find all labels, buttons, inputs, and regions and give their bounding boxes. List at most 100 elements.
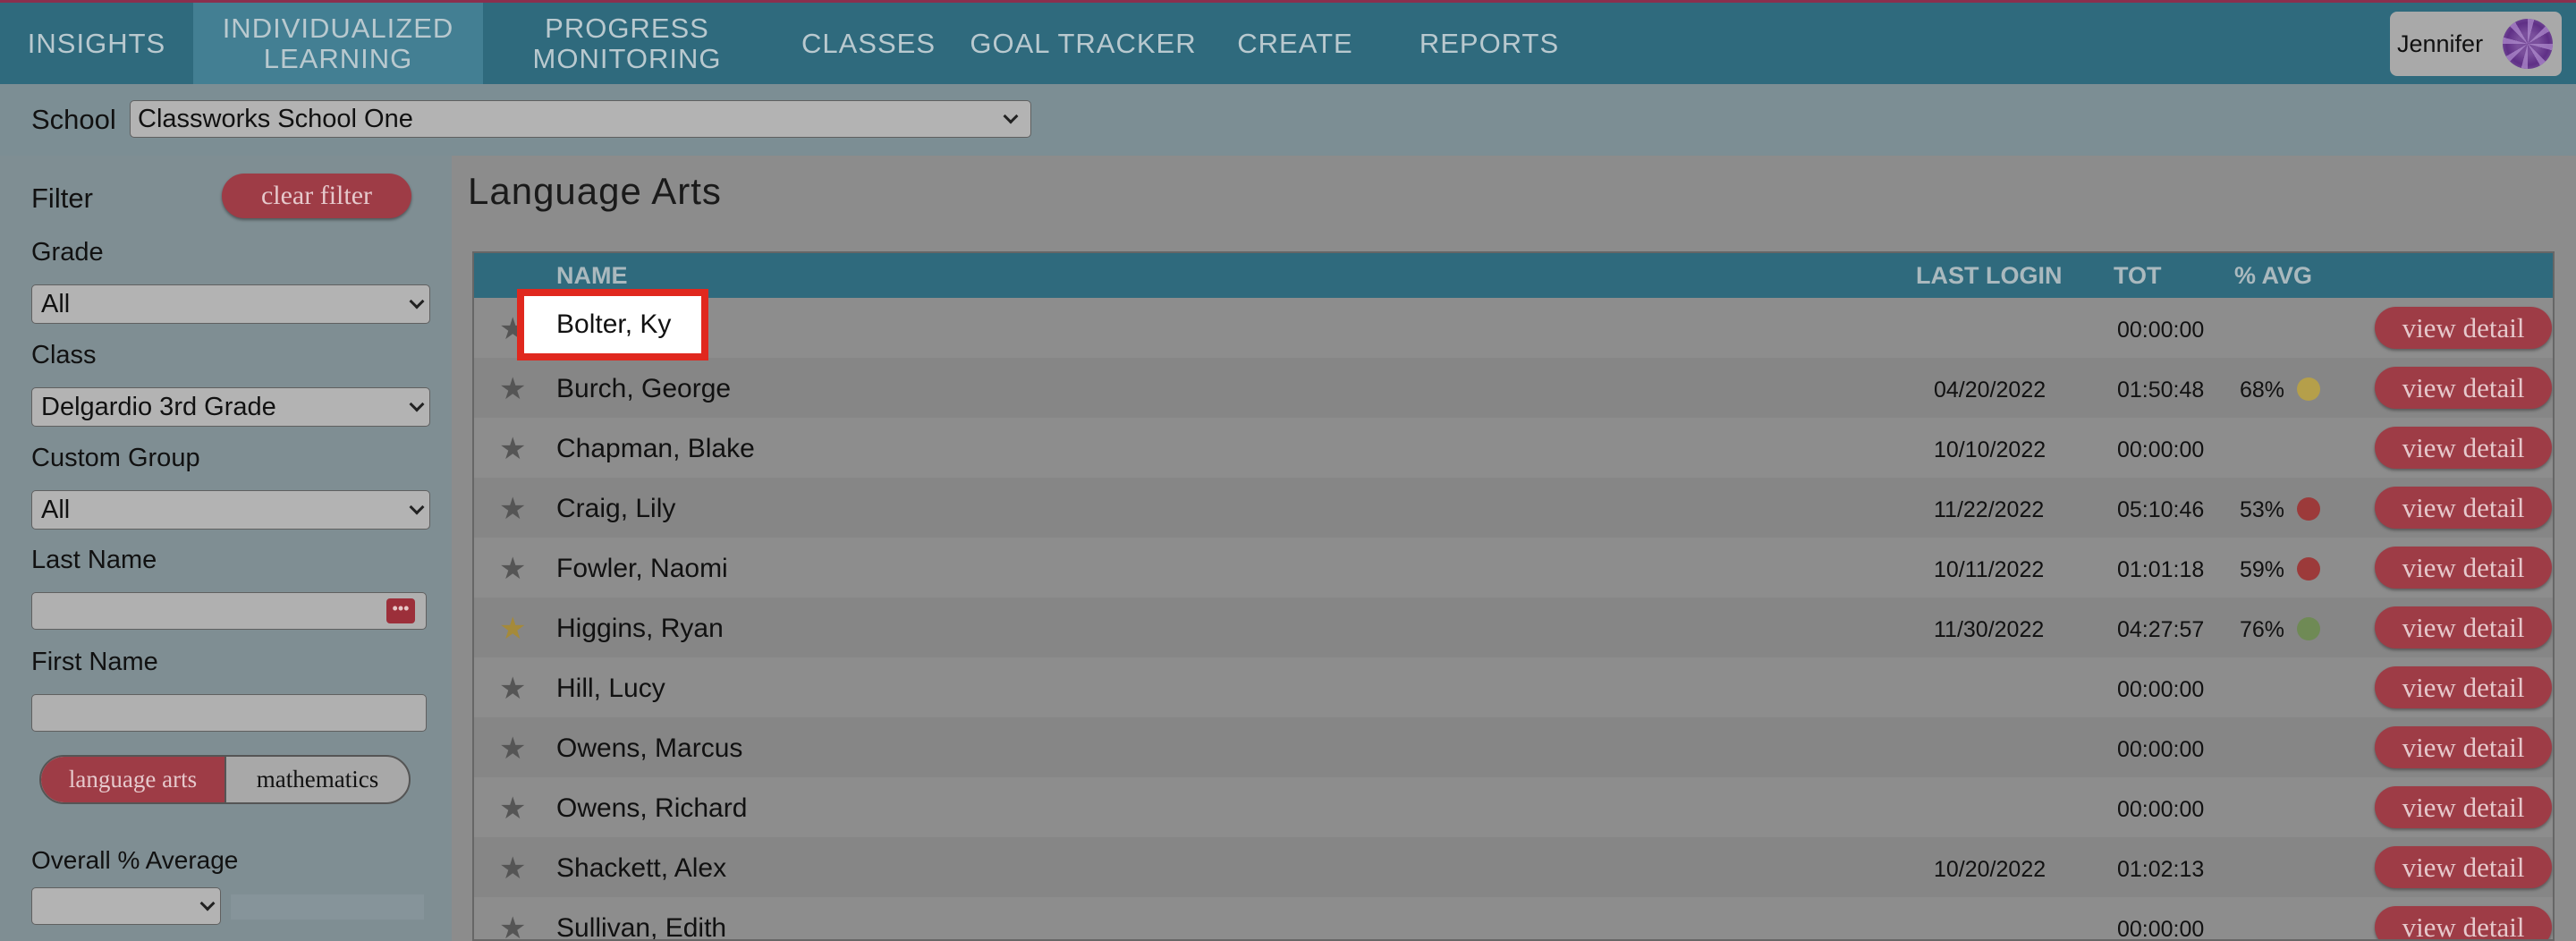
overall-average-select[interactable] <box>31 887 221 925</box>
school-label: School <box>31 104 116 135</box>
nav-insights-label: INSIGHTS <box>27 27 166 59</box>
view-detail-button[interactable]: view detail <box>2375 726 2552 768</box>
view-detail-button[interactable]: view detail <box>2375 367 2552 409</box>
average-percent: 53% <box>2240 497 2285 522</box>
chevron-down-icon <box>409 499 425 515</box>
last-login: 04/20/2022 <box>1934 377 2046 403</box>
total-time: 05:10:46 <box>2117 497 2205 522</box>
table-row: ★ Fowler, Naomi 10/11/2022 01:01:18 59% view … <box>474 538 2553 598</box>
view-detail-button[interactable]: view detail <box>2375 307 2552 349</box>
nav-progress-monitoring[interactable]: PROGRESS MONITORING <box>483 3 771 84</box>
nav-reports[interactable]: REPORTS <box>1406 3 1572 84</box>
nav-progress-monitoring-label: PROGRESS MONITORING <box>532 12 722 74</box>
nav-insights[interactable]: INSIGHTS <box>0 3 193 84</box>
student-name[interactable]: Sullivan, Edith <box>556 913 726 939</box>
total-time: 01:50:48 <box>2117 377 2205 403</box>
grade-select-value: All <box>41 289 71 318</box>
nav-create-label: CREATE <box>1237 27 1353 59</box>
total-time: 00:00:00 <box>2117 797 2205 822</box>
table-row: ★ Owens, Marcus 00:00:00 view detail <box>474 717 2553 777</box>
last-login: 11/30/2022 <box>1934 617 2045 642</box>
star-icon[interactable]: ★ <box>499 733 526 764</box>
total-time: 00:00:00 <box>2117 318 2205 343</box>
first-name-label: First Name <box>31 648 158 676</box>
filter-title: Filter <box>31 182 93 214</box>
star-icon[interactable]: ★ <box>499 913 526 939</box>
ellipsis-icon[interactable]: ••• <box>386 598 415 623</box>
custom-group-select-value: All <box>41 495 71 524</box>
custom-group-select[interactable]: All <box>31 490 430 530</box>
status-dot <box>2297 377 2320 401</box>
last-login: 10/20/2022 <box>1934 857 2046 882</box>
star-icon[interactable]: ★ <box>499 494 526 524</box>
column-name[interactable]: NAME <box>556 262 628 290</box>
table-row: ★Bolter, Ky00:00:00view detail <box>474 298 2553 358</box>
user-menu-button[interactable]: Jennifer <box>2390 12 2562 76</box>
filter-sidebar: Filter clear filter Grade All Class Delg… <box>0 156 452 941</box>
star-icon[interactable]: ★ <box>499 374 526 404</box>
grade-select[interactable]: All <box>31 284 430 324</box>
student-name[interactable]: Craig, Lily <box>556 494 675 524</box>
nav-individualized-learning[interactable]: INDIVIDUALIZED LEARNING <box>193 3 483 84</box>
nav-classes-label: CLASSES <box>801 27 936 59</box>
view-detail-button[interactable]: view detail <box>2375 487 2552 529</box>
view-detail-button[interactable]: view detail <box>2375 846 2552 888</box>
view-detail-button[interactable]: view detail <box>2375 786 2552 828</box>
chevron-down-icon <box>199 895 216 911</box>
star-icon[interactable]: ★ <box>499 614 526 644</box>
overall-average-range[interactable] <box>231 894 424 920</box>
total-time: 00:00:00 <box>2117 737 2205 762</box>
subject-toggle: language arts mathematics <box>39 755 411 804</box>
view-detail-button[interactable]: view detail <box>2375 427 2552 469</box>
student-name[interactable]: Fowler, Naomi <box>556 554 728 584</box>
highlighted-student-name[interactable]: Bolter, Ky <box>517 289 708 360</box>
clear-filter-button[interactable]: clear filter <box>222 174 411 218</box>
student-name[interactable]: Chapman, Blake <box>556 434 755 464</box>
class-select[interactable]: Delgardio 3rd Grade <box>31 387 430 427</box>
nav-create[interactable]: CREATE <box>1225 3 1365 84</box>
chevron-down-icon <box>409 396 425 412</box>
student-name[interactable]: Burch, George <box>556 374 731 404</box>
nav-reports-label: REPORTS <box>1419 27 1560 59</box>
total-time: 00:00:00 <box>2117 677 2205 702</box>
view-detail-button[interactable]: view detail <box>2375 547 2552 589</box>
student-name[interactable]: Higgins, Ryan <box>556 614 724 644</box>
column-last-login[interactable]: LAST LOGIN <box>1916 262 2063 290</box>
subject-mathematics-button[interactable]: mathematics <box>226 757 409 802</box>
last-login: 10/11/2022 <box>1934 557 2045 582</box>
star-icon[interactable]: ★ <box>499 554 526 584</box>
custom-group-label: Custom Group <box>31 444 200 472</box>
student-name[interactable]: Owens, Marcus <box>556 733 742 764</box>
view-detail-button[interactable]: view detail <box>2375 666 2552 708</box>
class-select-value: Delgardio 3rd Grade <box>41 392 276 421</box>
column-tot[interactable]: TOT <box>2114 262 2162 290</box>
chevron-down-icon <box>409 293 425 309</box>
last-name-label: Last Name <box>31 546 157 574</box>
column-avg[interactable]: % AVG <box>2234 262 2312 290</box>
status-dot <box>2297 557 2320 581</box>
user-name: Jennifer <box>2397 30 2484 57</box>
last-name-input[interactable]: ••• <box>31 592 427 630</box>
student-name[interactable]: Hill, Lucy <box>556 674 665 704</box>
star-icon[interactable]: ★ <box>499 853 526 884</box>
view-detail-button[interactable]: view detail <box>2375 906 2552 939</box>
top-nav: INSIGHTS INDIVIDUALIZED LEARNING PROGRESS… <box>0 0 2576 84</box>
view-detail-button[interactable]: view detail <box>2375 606 2552 649</box>
star-icon[interactable]: ★ <box>499 793 526 824</box>
nav-goal-tracker[interactable]: GOAL TRACKER <box>966 3 1200 84</box>
chevron-down-icon <box>1003 108 1019 124</box>
table-row: ★ Owens, Richard 00:00:00 view detail <box>474 777 2553 837</box>
subject-language-arts-button[interactable]: language arts <box>41 757 226 802</box>
star-icon[interactable]: ★ <box>499 434 526 464</box>
student-name[interactable]: Shackett, Alex <box>556 853 726 884</box>
last-login: 11/22/2022 <box>1934 497 2045 522</box>
student-name[interactable]: Owens, Richard <box>556 793 747 824</box>
total-time: 01:01:18 <box>2117 557 2205 582</box>
school-select[interactable]: Classworks School One <box>130 100 1031 138</box>
star-icon[interactable]: ★ <box>499 674 526 704</box>
nav-classes[interactable]: CLASSES <box>787 3 950 84</box>
table-header: NAME LAST LOGIN TOT % AVG <box>474 253 2553 298</box>
table-row: ★ Chapman, Blake 10/10/2022 00:00:00 view de… <box>474 418 2553 478</box>
table-row: ★ Craig, Lily 11/22/2022 05:10:46 53% view de… <box>474 478 2553 538</box>
first-name-input[interactable] <box>31 694 427 732</box>
